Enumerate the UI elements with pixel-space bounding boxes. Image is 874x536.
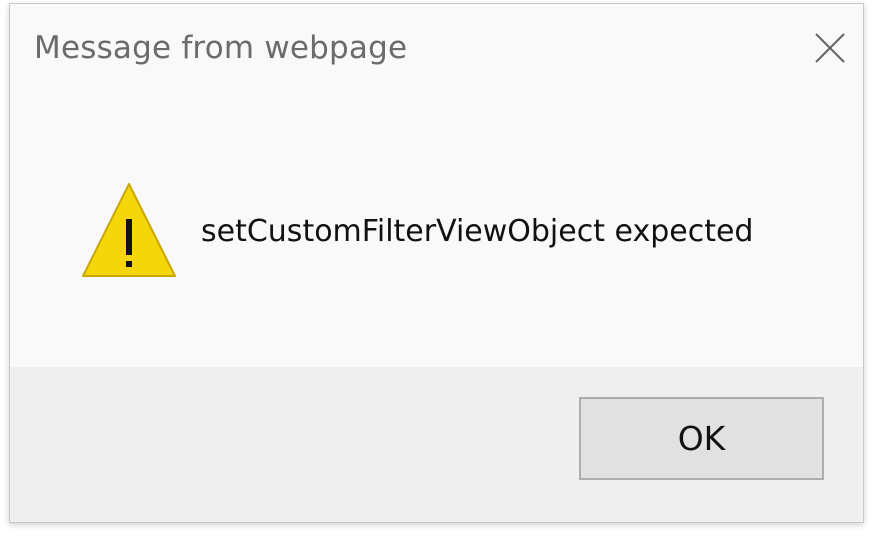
dialog-footer: OK — [10, 367, 863, 522]
ok-button[interactable]: OK — [579, 397, 824, 480]
dialog-message: setCustomFilterViewObject expected — [201, 214, 754, 249]
warning-icon — [80, 181, 178, 279]
close-icon — [815, 33, 845, 63]
close-button[interactable] — [810, 28, 850, 68]
message-dialog: Message from webpage setCustomFilterView… — [9, 3, 864, 523]
dialog-title: Message from webpage — [34, 30, 408, 66]
